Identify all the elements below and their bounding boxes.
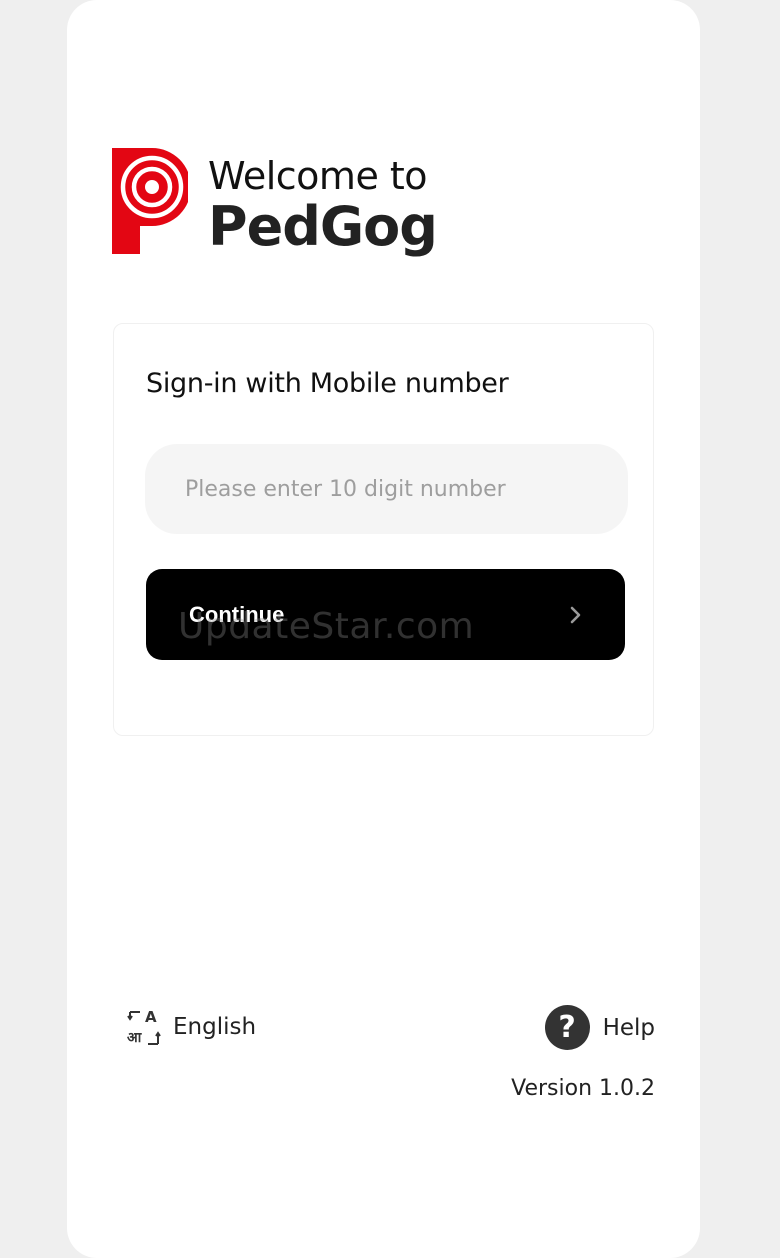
header: Welcome to PedGog [112,148,438,258]
brand-text: Welcome to PedGog [208,154,438,258]
version-text: Version 1.0.2 [511,1076,655,1101]
help-button[interactable]: ? Help [544,1005,655,1050]
continue-button[interactable]: Continue [146,569,625,660]
continue-label: Continue [189,601,285,627]
signin-title: Sign-in with Mobile number [146,368,509,399]
mobile-number-input[interactable] [145,444,628,534]
signin-card: Sign-in with Mobile number Continue [113,323,654,736]
help-label: Help [602,1014,655,1041]
app-screen: Welcome to PedGog Sign-in with Mobile nu… [67,0,700,1258]
pedgog-logo-icon [112,148,188,254]
svg-text:A: A [145,1008,157,1026]
chevron-right-icon [570,606,581,623]
help-circle-icon: ? [544,1005,590,1050]
language-label: English [173,1014,257,1040]
language-selector[interactable]: A आ English [127,1008,256,1046]
welcome-text: Welcome to [208,154,428,198]
language-translate-icon: A आ [127,1008,161,1046]
app-name: PedGog [208,195,438,258]
svg-text:आ: आ [127,1030,142,1046]
